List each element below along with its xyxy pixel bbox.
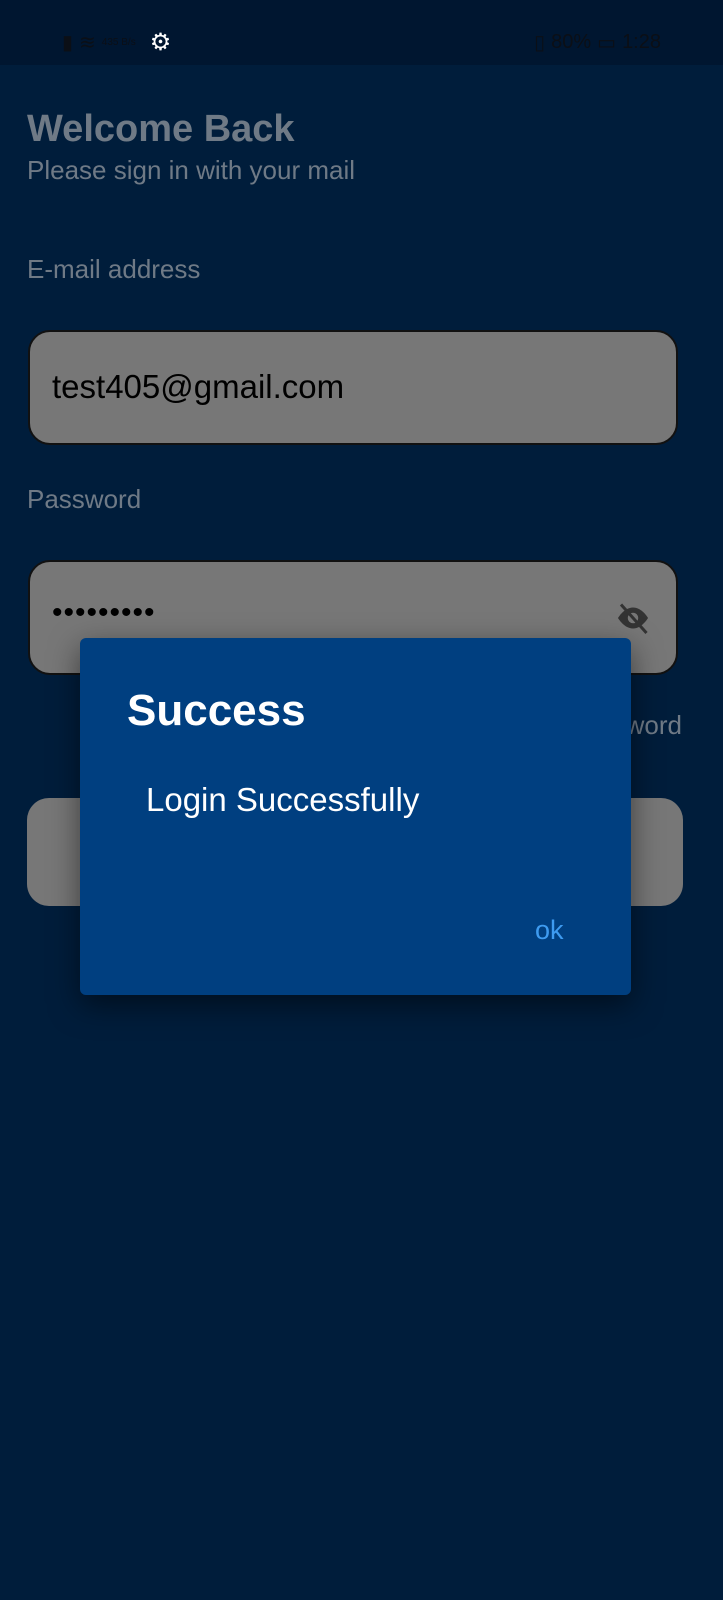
gear-icon: ⚙: [149, 29, 172, 56]
dialog-title: Success: [127, 686, 306, 735]
page-subtitle: Please sign in with your mail: [27, 155, 356, 185]
email-field[interactable]: test405@gmail.com: [28, 330, 678, 445]
vibrate-icon: ▯: [534, 32, 546, 54]
clock: 1:28: [622, 31, 661, 53]
page-title: Welcome Back: [27, 108, 295, 150]
battery-icon: ▭: [597, 32, 617, 54]
eye-off-icon[interactable]: [612, 600, 654, 636]
success-dialog: Success Login Successfully ok: [80, 638, 631, 995]
ok-button[interactable]: ok: [535, 915, 564, 946]
email-label: E-mail address: [27, 254, 201, 284]
battery-percent: 80%: [551, 31, 592, 53]
network-speed: 435 B/s: [101, 37, 136, 48]
signal-icon: ▮: [62, 32, 74, 54]
status-bar: ▮ ≋ 435 B/s ⚙ ▯ 80% ▭ 1:28: [0, 0, 723, 65]
wifi-icon: ≋: [79, 32, 96, 54]
password-label: Password: [27, 484, 142, 514]
email-value: test405@gmail.com: [52, 368, 345, 405]
dialog-message: Login Successfully: [146, 781, 420, 818]
password-value: •••••••••: [52, 596, 156, 629]
